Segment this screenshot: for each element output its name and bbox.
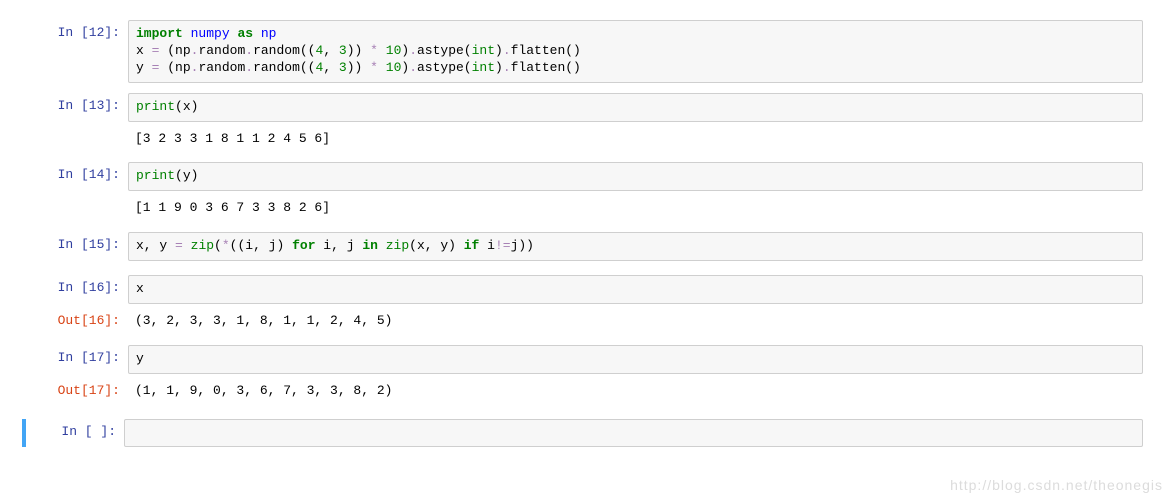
code-input[interactable]: print(x) <box>128 93 1143 122</box>
code-cell-14: In [14]: print(y) <box>30 162 1143 191</box>
output-cell-13: [3 2 3 3 1 8 1 1 2 4 5 6] <box>30 126 1143 153</box>
output-cell-14: [1 1 9 0 3 6 7 3 3 8 2 6] <box>30 195 1143 222</box>
code-cell-16: In [16]: x <box>30 275 1143 304</box>
code-cell-12: In [12]: import numpy as np x = (np.rand… <box>30 20 1143 83</box>
code-input[interactable]: y <box>128 345 1143 374</box>
output-prompt: Out[17]: <box>30 378 128 405</box>
output-prompt-blank <box>30 195 128 205</box>
output-cell-16: Out[16]: (3, 2, 3, 3, 1, 8, 1, 1, 2, 4, … <box>30 308 1143 335</box>
watermark-text: http://blog.csdn.net/theonegis <box>950 476 1163 494</box>
execute-result: (3, 2, 3, 3, 1, 8, 1, 1, 2, 4, 5) <box>128 308 1143 335</box>
output-prompt-blank <box>30 126 128 136</box>
output-prompt: Out[16]: <box>30 308 128 335</box>
code-input[interactable] <box>124 419 1143 447</box>
stdout-output: [1 1 9 0 3 6 7 3 3 8 2 6] <box>128 195 1143 222</box>
input-prompt: In [ ]: <box>30 419 124 447</box>
code-cell-13: In [13]: print(x) <box>30 93 1143 122</box>
code-input[interactable]: x <box>128 275 1143 304</box>
code-cell-empty-selected[interactable]: In [ ]: <box>30 419 1143 447</box>
stdout-output: [3 2 3 3 1 8 1 1 2 4 5 6] <box>128 126 1143 153</box>
code-input[interactable]: print(y) <box>128 162 1143 191</box>
code-input[interactable]: import numpy as np x = (np.random.random… <box>128 20 1143 83</box>
code-cell-17: In [17]: y <box>30 345 1143 374</box>
input-prompt: In [17]: <box>30 345 128 372</box>
code-input[interactable]: x, y = zip(*((i, j) for i, j in zip(x, y… <box>128 232 1143 261</box>
input-prompt: In [13]: <box>30 93 128 120</box>
input-prompt: In [15]: <box>30 232 128 259</box>
code-cell-15: In [15]: x, y = zip(*((i, j) for i, j in… <box>30 232 1143 261</box>
output-cell-17: Out[17]: (1, 1, 9, 0, 3, 6, 7, 3, 3, 8, … <box>30 378 1143 405</box>
input-prompt: In [12]: <box>30 20 128 47</box>
input-prompt: In [16]: <box>30 275 128 302</box>
execute-result: (1, 1, 9, 0, 3, 6, 7, 3, 3, 8, 2) <box>128 378 1143 405</box>
input-prompt: In [14]: <box>30 162 128 189</box>
